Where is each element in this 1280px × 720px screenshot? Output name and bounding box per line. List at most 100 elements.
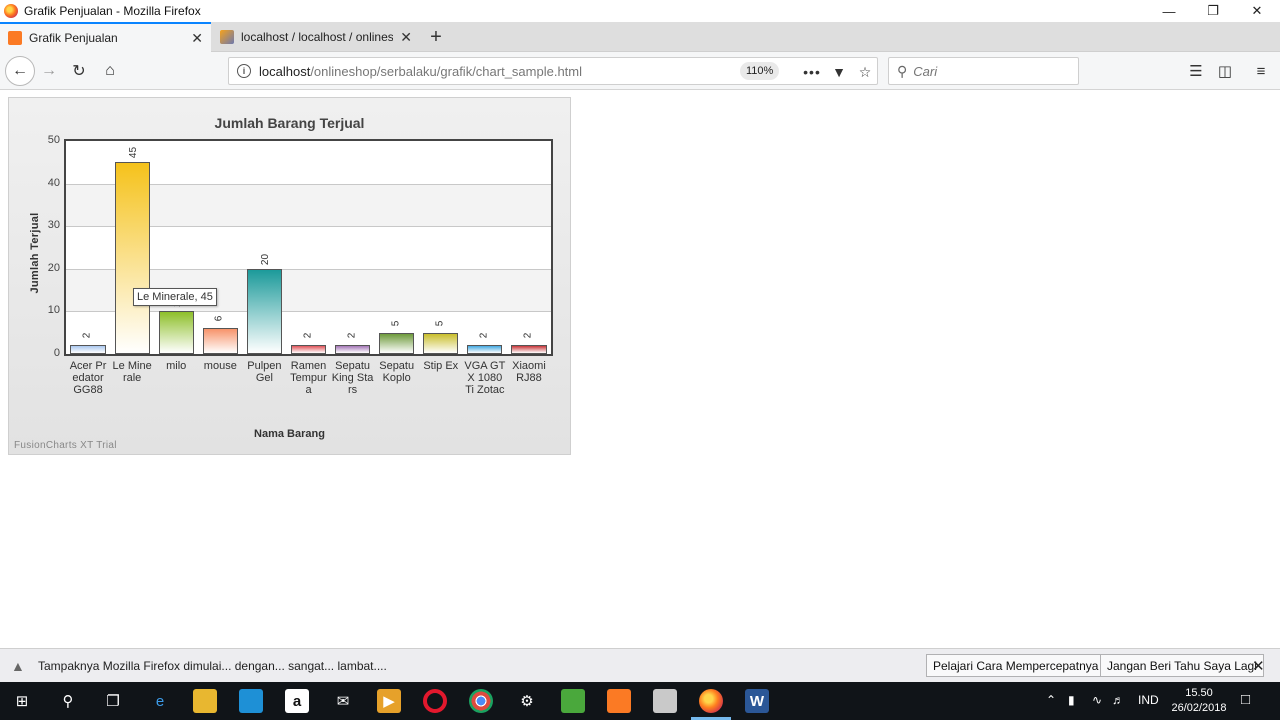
bar-le-minerale[interactable] bbox=[114, 162, 150, 354]
bar-value-label: 2 bbox=[522, 333, 534, 339]
learn-more-button[interactable]: Pelajari Cara Mempercepatnya bbox=[926, 654, 1106, 677]
bar-ramen-tempura[interactable] bbox=[290, 345, 327, 354]
x-category-label: milo bbox=[166, 360, 187, 372]
y-tick-label: 20 bbox=[47, 261, 60, 274]
bookmark-star-icon[interactable]: ☆ bbox=[854, 61, 876, 83]
chart-title: Jumlah Barang Terjual bbox=[214, 115, 365, 131]
settings-gear-icon[interactable]: ⚙ bbox=[515, 689, 539, 713]
back-button[interactable]: ← bbox=[5, 56, 35, 86]
bar-vga-gtx-1080-ti-zotac[interactable] bbox=[467, 345, 503, 354]
tab-close-icon[interactable]: ✕ bbox=[191, 30, 203, 47]
clock-date: 26/02/2018 bbox=[1171, 702, 1227, 714]
pocket-icon[interactable]: ▼ bbox=[828, 61, 850, 83]
search-bar[interactable]: ⚲ bbox=[888, 57, 1079, 85]
y-tick-label: 30 bbox=[47, 219, 60, 232]
y-tick-label: 40 bbox=[47, 176, 60, 189]
clock[interactable]: 15.50 26/02/2018 bbox=[1168, 686, 1230, 716]
close-icon[interactable]: ✕ bbox=[1234, 0, 1280, 22]
bar-mouse[interactable] bbox=[202, 328, 238, 354]
forward-button[interactable]: → bbox=[34, 56, 64, 86]
chrome-icon[interactable] bbox=[469, 689, 493, 713]
x-category-label: Stip Ex bbox=[423, 360, 459, 372]
volume-icon[interactable]: ♬ bbox=[1112, 693, 1124, 707]
sublime-notepad-icon[interactable] bbox=[561, 689, 585, 713]
bar-pulpen-gel[interactable] bbox=[246, 268, 283, 354]
windows-taskbar: ⊞ ⚲ ❐ e a ✉ ▶ ⚙ W ⌃ ▮ ∿ ♬ IND 15.50 26/0… bbox=[0, 682, 1280, 720]
restore-icon[interactable]: ❐ bbox=[1190, 0, 1236, 22]
store-icon[interactable] bbox=[239, 689, 263, 713]
bar-milo[interactable] bbox=[158, 311, 194, 354]
plot-area: 24510620225522 bbox=[64, 139, 553, 356]
amazon-icon[interactable]: a bbox=[285, 689, 309, 713]
new-tab-button[interactable]: + bbox=[424, 22, 448, 52]
show-hidden-icons-icon[interactable]: ⌃ bbox=[1046, 693, 1056, 707]
chart-tooltip: Le Minerale, 45 bbox=[133, 288, 217, 306]
phpmyadmin-icon bbox=[220, 30, 234, 44]
language-indicator[interactable]: IND bbox=[1138, 693, 1159, 707]
edge-icon[interactable]: e bbox=[148, 689, 172, 713]
action-center-icon[interactable]: □ bbox=[1241, 691, 1250, 708]
minimize-icon[interactable]: — bbox=[1146, 0, 1192, 22]
task-view-icon[interactable]: ❐ bbox=[101, 689, 125, 713]
notification-text: Tampaknya Mozilla Firefox dimulai... den… bbox=[38, 659, 387, 673]
xampp-icon bbox=[8, 31, 22, 45]
url-bar[interactable]: i localhost/onlineshop/serbalaku/grafik/… bbox=[228, 57, 878, 85]
home-button[interactable]: ⌂ bbox=[95, 56, 125, 86]
bar-xiaomi-rj88[interactable] bbox=[511, 345, 547, 354]
library-icon[interactable]: ☰ bbox=[1185, 60, 1207, 82]
media-player-icon[interactable]: ▶ bbox=[377, 689, 401, 713]
x-category-label: Xiaomi RJ88 bbox=[512, 360, 546, 384]
tab-strip: Grafik Penjualan ✕ localhost / localhost… bbox=[0, 22, 1280, 52]
bar-acer-predator-gg88[interactable] bbox=[70, 345, 106, 354]
windows-start-icon[interactable]: ⊞ bbox=[10, 689, 34, 713]
bar-sepatu-king-stars[interactable] bbox=[334, 345, 371, 354]
navigation-toolbar: ← → ↻ ⌂ i localhost/onlineshop/serbalaku… bbox=[0, 52, 1280, 90]
tab-label: localhost / localhost / onlinesh bbox=[241, 30, 393, 44]
bar-value-label: 2 bbox=[478, 333, 490, 339]
opera-icon[interactable] bbox=[423, 689, 447, 713]
site-info-icon[interactable]: i bbox=[237, 64, 251, 78]
reload-button[interactable]: ↻ bbox=[64, 56, 94, 86]
xampp-icon[interactable] bbox=[607, 689, 631, 713]
turtle-icon: ▲ bbox=[11, 658, 25, 674]
search-icon: ⚲ bbox=[897, 62, 908, 79]
search-icon[interactable]: ⚲ bbox=[56, 689, 80, 713]
zoom-indicator[interactable]: 110% bbox=[740, 62, 780, 80]
battery-icon[interactable]: ▮ bbox=[1068, 693, 1075, 707]
bar-value-label: 6 bbox=[213, 316, 225, 322]
search-input[interactable] bbox=[913, 63, 1064, 79]
page-actions-icon[interactable]: ••• bbox=[801, 61, 823, 83]
clock-time: 15.50 bbox=[1185, 687, 1213, 699]
bar-value-label: 20 bbox=[260, 253, 272, 265]
x-category-label: Acer Predator GG88 bbox=[69, 360, 107, 396]
firefox-logo-icon bbox=[4, 4, 18, 18]
notification-close-icon[interactable]: ✕ bbox=[1252, 657, 1265, 675]
x-category-label: Sepatu Koplo bbox=[379, 360, 415, 384]
x-category-label: VGA GTX 1080 Ti Zotac bbox=[464, 360, 506, 396]
sidebar-icon[interactable]: ◫ bbox=[1214, 60, 1236, 82]
tab-grafik-penjualan[interactable]: Grafik Penjualan ✕ bbox=[0, 22, 211, 52]
url-text[interactable]: localhost/onlineshop/serbalaku/grafik/ch… bbox=[259, 64, 582, 79]
firefox-icon[interactable] bbox=[699, 689, 723, 713]
bar-value-label: 2 bbox=[345, 333, 357, 339]
tab-label: Grafik Penjualan bbox=[29, 31, 118, 45]
y-tick-label: 0 bbox=[53, 347, 60, 359]
word-icon[interactable]: W bbox=[745, 689, 769, 713]
menu-icon[interactable]: ≡ bbox=[1250, 60, 1272, 82]
mail-icon[interactable]: ✉ bbox=[331, 689, 355, 713]
slow-startup-notification: ▲ Tampaknya Mozilla Firefox dimulai... d… bbox=[0, 648, 1280, 682]
wifi-icon[interactable]: ∿ bbox=[1092, 693, 1102, 707]
chart-watermark: FusionCharts XT Trial bbox=[14, 440, 117, 451]
y-tick-label: 50 bbox=[47, 134, 60, 146]
database-tool-icon[interactable] bbox=[653, 689, 677, 713]
bar-value-label: 5 bbox=[389, 320, 401, 326]
file-explorer-icon[interactable] bbox=[193, 689, 217, 713]
dont-tell-again-button[interactable]: Jangan Beri Tahu Saya Lagi bbox=[1100, 654, 1264, 677]
bar-sepatu-koplo[interactable] bbox=[379, 332, 415, 354]
y-tick-label: 10 bbox=[47, 304, 60, 317]
bar-value-label: 2 bbox=[81, 333, 93, 339]
bar-stip-ex[interactable] bbox=[423, 332, 459, 354]
tab-phpmyadmin[interactable]: localhost / localhost / onlinesh ✕ bbox=[212, 22, 420, 52]
bar-value-label: 45 bbox=[128, 147, 140, 159]
tab-close-icon[interactable]: ✕ bbox=[400, 29, 412, 46]
